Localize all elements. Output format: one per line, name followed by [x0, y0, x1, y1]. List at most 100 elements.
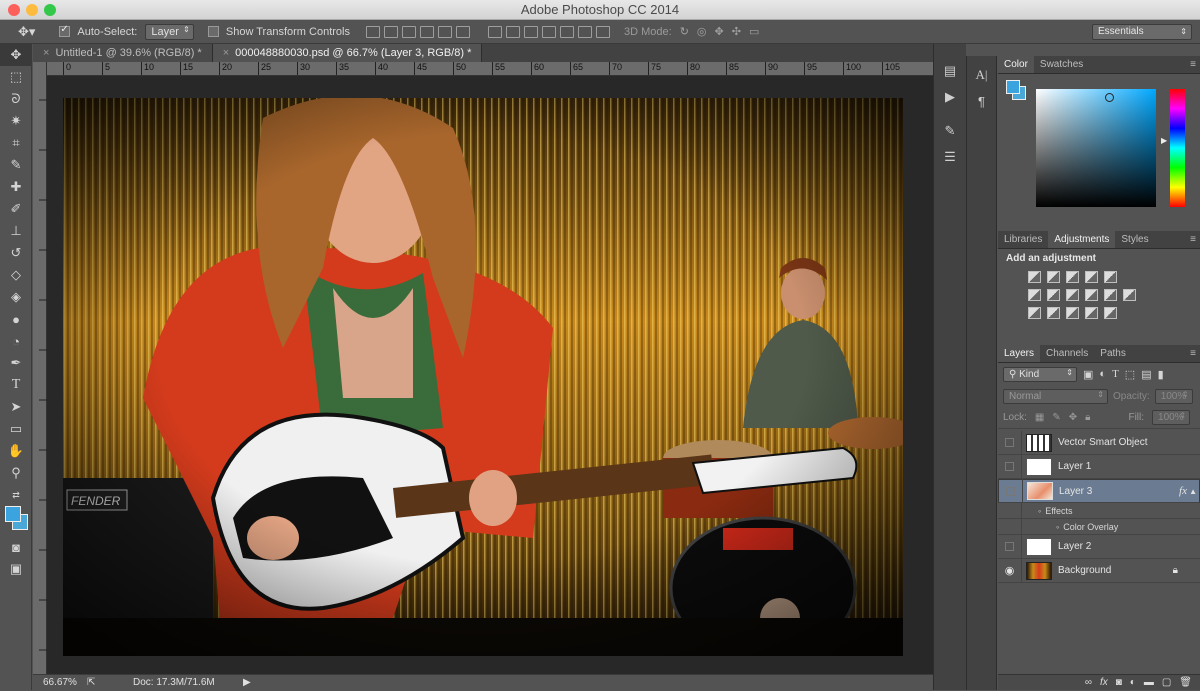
gradient-map-icon[interactable] [1104, 307, 1117, 319]
layer-row[interactable]: Layer 1 [998, 454, 1200, 479]
close-tab-icon[interactable]: × [223, 47, 229, 59]
align-vcenter-icon[interactable] [383, 25, 398, 38]
brush-tool-icon[interactable]: ✐ [0, 198, 32, 220]
hand-tool-icon[interactable]: ✋ [0, 440, 32, 462]
filter-shape-icon[interactable]: ⬚ [1125, 368, 1135, 381]
properties-panel-icon[interactable]: ☰ [934, 144, 966, 170]
actions-panel-icon[interactable]: ▶ [934, 84, 966, 110]
zoom-window-button[interactable] [44, 4, 56, 16]
healing-brush-tool-icon[interactable]: ✚ [0, 176, 32, 198]
layer-effects-row[interactable]: ◦ Effects [998, 502, 1200, 519]
brush-panel-icon[interactable]: ✎ [934, 118, 966, 144]
color-balance-icon[interactable] [1047, 289, 1060, 301]
layer-visibility-toggle[interactable] [998, 454, 1022, 479]
exposure-icon[interactable] [1085, 271, 1098, 283]
layer-row[interactable]: Vector Smart Object [998, 430, 1200, 455]
align-right-icon[interactable] [455, 25, 470, 38]
document-tab[interactable]: × Untitled-1 @ 39.6% (RGB/8) * [33, 44, 213, 62]
new-group-icon[interactable]: ▬ [1144, 677, 1154, 688]
tab-channels[interactable]: Channels [1040, 345, 1094, 362]
panel-menu-icon[interactable]: ≡ [1190, 231, 1196, 249]
curves-icon[interactable] [1066, 271, 1079, 283]
transform-controls-checkbox[interactable] [207, 26, 219, 37]
invert-icon[interactable] [1028, 307, 1041, 319]
layer-name[interactable]: Layer 2 [1058, 541, 1091, 552]
clone-stamp-tool-icon[interactable]: ⊥ [0, 220, 32, 242]
panel-menu-icon[interactable]: ≡ [1190, 56, 1196, 74]
eyedropper-tool-icon[interactable]: ✎ [0, 154, 32, 176]
close-window-button[interactable] [8, 4, 20, 16]
panel-menu-icon[interactable]: ≡ [1190, 345, 1196, 363]
eraser-tool-icon[interactable]: ◇ [0, 264, 32, 286]
filter-type-icon[interactable]: T [1112, 368, 1119, 380]
distribute-top-icon[interactable] [487, 25, 502, 38]
dodge-tool-icon[interactable]: ◔ [0, 330, 32, 352]
auto-align-icon[interactable] [595, 25, 610, 38]
layer-kind-filter[interactable]: ⚲ Kind [1003, 366, 1077, 382]
paragraph-panel-icon[interactable]: ¶ [967, 88, 996, 114]
eye-icon[interactable]: ◉ [1005, 564, 1015, 577]
zoom-level[interactable]: 66.67% [43, 675, 77, 691]
distribute-hcenter-icon[interactable] [559, 25, 574, 38]
color-swatches[interactable] [0, 506, 31, 536]
posterize-icon[interactable] [1047, 307, 1060, 319]
layer-row-selected[interactable]: Layer 3 fx ▲ [998, 479, 1200, 503]
photo-filter-icon[interactable] [1085, 289, 1098, 301]
close-tab-icon[interactable]: × [43, 47, 49, 59]
share-icon[interactable]: ⇱ [87, 675, 95, 691]
lock-all-icon[interactable]: 🔒︎ [1085, 412, 1090, 423]
layer-row[interactable]: Layer 2 [998, 534, 1200, 559]
delete-layer-icon[interactable]: 🗑︎ [1179, 677, 1192, 688]
color-overlay-effect-row[interactable]: ◦ Color Overlay [998, 518, 1200, 535]
blend-mode-dropdown[interactable]: Normal [1003, 388, 1108, 404]
distribute-vcenter-icon[interactable] [505, 25, 520, 38]
type-tool-icon[interactable]: T [0, 374, 32, 396]
layer-visibility-toggle[interactable] [999, 479, 1023, 503]
hue-slider[interactable] [1170, 89, 1185, 207]
hue-slider-arrow-icon[interactable]: ▶ [1161, 136, 1167, 145]
lock-position-icon[interactable]: ✥ [1069, 412, 1077, 423]
quick-mask-icon[interactable]: ◙ [0, 536, 32, 558]
3d-drag-icon[interactable]: ✥ [715, 25, 724, 38]
blur-tool-icon[interactable]: ● [0, 308, 32, 330]
distribute-bottom-icon[interactable] [523, 25, 538, 38]
new-layer-icon[interactable]: ▢ [1162, 677, 1171, 688]
crop-tool-icon[interactable]: ⌗ [0, 132, 32, 154]
paint-bucket-tool-icon[interactable]: ◈ [0, 286, 32, 308]
zoom-tool-icon[interactable]: ⚲ [0, 462, 32, 484]
vertical-ruler[interactable] [33, 62, 47, 674]
opacity-input[interactable]: 100% [1154, 388, 1193, 404]
add-mask-icon[interactable]: ◙ [1116, 677, 1122, 688]
character-panel-icon[interactable]: A| [967, 62, 996, 88]
align-top-icon[interactable] [365, 25, 380, 38]
3d-rotate-icon[interactable]: ↻ [680, 25, 689, 38]
layer-name[interactable]: Layer 3 [1059, 486, 1092, 497]
new-adjustment-icon[interactable]: ◐ [1130, 677, 1136, 688]
layer-name[interactable]: Vector Smart Object [1058, 437, 1147, 448]
layer-name[interactable]: Background [1058, 565, 1111, 576]
layer-name[interactable]: Layer 1 [1058, 461, 1091, 472]
lock-image-icon[interactable]: ✎ [1052, 412, 1060, 423]
layer-fx-badge[interactable]: fx [1179, 485, 1187, 497]
color-picker-circle[interactable] [1105, 93, 1114, 102]
fill-input[interactable]: 100% [1152, 410, 1191, 425]
distribute-left-icon[interactable] [541, 25, 556, 38]
expand-effects-icon[interactable]: ▲ [1189, 487, 1197, 496]
3d-slide-icon[interactable]: ✣ [732, 25, 741, 38]
tab-styles[interactable]: Styles [1115, 231, 1154, 248]
path-select-tool-icon[interactable]: ➤ [0, 396, 32, 418]
black-white-icon[interactable] [1066, 289, 1079, 301]
horizontal-ruler[interactable]: 0 5 10 15 20 25 30 35 40 45 50 55 60 65 70 75 80 85 90 95 10… [47, 62, 933, 76]
distribute-right-icon[interactable] [577, 25, 592, 38]
layer-visibility-toggle[interactable] [998, 430, 1022, 455]
auto-select-checkbox[interactable] [59, 24, 71, 37]
minimize-window-button[interactable] [26, 4, 38, 16]
filter-smart-object-icon[interactable]: ▤ [1141, 368, 1151, 381]
history-panel-icon[interactable]: ▤ [934, 58, 966, 84]
align-bottom-icon[interactable] [401, 25, 416, 38]
hue-saturation-icon[interactable] [1028, 289, 1041, 301]
tab-layers[interactable]: Layers [998, 345, 1041, 362]
filter-toggle-icon[interactable]: ▮ [1158, 368, 1164, 381]
tab-paths[interactable]: Paths [1094, 345, 1132, 362]
status-menu-arrow-icon[interactable]: ▶ [243, 675, 251, 691]
